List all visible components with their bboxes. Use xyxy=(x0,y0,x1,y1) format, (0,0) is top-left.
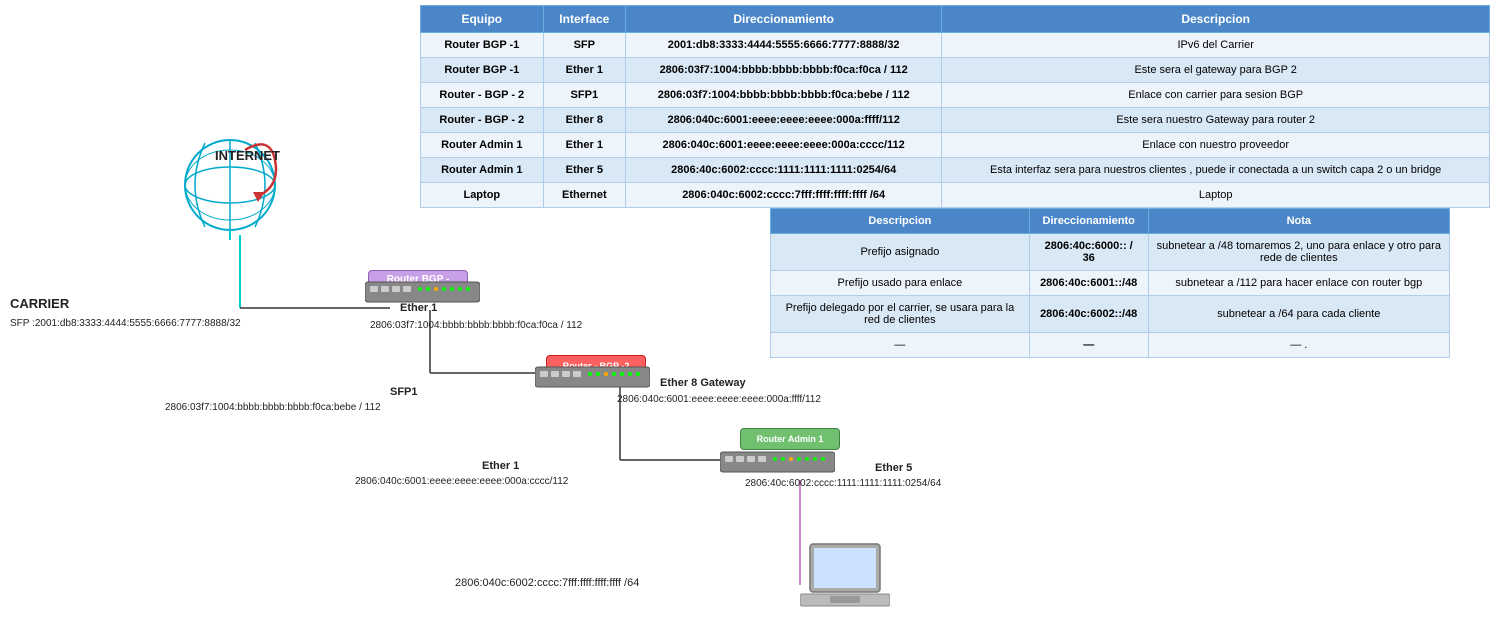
sub-cell-direccionamiento: 2806:40c:6001::/48 xyxy=(1029,271,1148,296)
col-header-equipo: Equipo xyxy=(421,6,544,33)
sub-cell-nota: — . xyxy=(1148,333,1449,358)
table-cell-direccionamiento: 2806:40c:6002:cccc:1111:1111:1111:0254/6… xyxy=(625,158,941,183)
sub-table-row: Prefijo delegado por el carrier, se usar… xyxy=(771,296,1450,333)
laptop-icon xyxy=(800,539,890,612)
sub-cell-descripcion: Prefijo asignado xyxy=(771,234,1030,271)
sub-cell-direccionamiento: — xyxy=(1029,333,1148,358)
sub-table: Descripcion Direccionamiento Nota Prefij… xyxy=(770,208,1450,358)
table-cell-equipo: Router BGP -1 xyxy=(421,58,544,83)
table-cell-interface: Ether 8 xyxy=(543,108,625,133)
ether1-label-admin1: Ether 1 xyxy=(482,458,519,475)
table-cell-descripcion: Laptop xyxy=(942,183,1490,208)
sub-table-section: Descripcion Direccionamiento Nota Prefij… xyxy=(770,208,1450,358)
table-row: Router - BGP - 2Ether 82806:040c:6001:ee… xyxy=(421,108,1490,133)
table-cell-equipo: Router - BGP - 2 xyxy=(421,83,544,108)
table-cell-direccionamiento: 2806:040c:6001:eeee:eeee:eeee:000a:cccc/… xyxy=(625,133,941,158)
table-row: Router - BGP - 2SFP12806:03f7:1004:bbbb:… xyxy=(421,83,1490,108)
sfp1-addr: 2806:03f7:1004:bbbb:bbbb:bbbb:f0ca:bebe … xyxy=(165,400,381,415)
ether1-label-bgp1: Ether 1 xyxy=(400,300,437,317)
sub-col-header-nota: Nota xyxy=(1148,209,1449,234)
table-cell-descripcion: Este sera nuestro Gateway para router 2 xyxy=(942,108,1490,133)
table-cell-interface: Ethernet xyxy=(543,183,625,208)
table-cell-direccionamiento: 2001:db8:3333:4444:5555:6666:7777:8888/3… xyxy=(625,33,941,58)
sub-cell-nota: subnetear a /48 tomaremos 2, uno para en… xyxy=(1148,234,1449,271)
router-admin1-label: Router Admin 1 xyxy=(740,428,840,450)
table-row: LaptopEthernet2806:040c:6002:cccc:7fff:f… xyxy=(421,183,1490,208)
sub-cell-descripcion: Prefijo delegado por el carrier, se usar… xyxy=(771,296,1030,333)
table-cell-direccionamiento: 2806:03f7:1004:bbbb:bbbb:bbbb:f0ca:bebe … xyxy=(625,83,941,108)
table-cell-interface: Ether 1 xyxy=(543,133,625,158)
table-cell-equipo: Router BGP -1 xyxy=(421,33,544,58)
router-bgp2-device xyxy=(535,363,650,391)
col-header-direccionamiento: Direccionamiento xyxy=(625,6,941,33)
table-row: Router Admin 1Ether 52806:40c:6002:cccc:… xyxy=(421,158,1490,183)
table-cell-descripcion: Esta interfaz sera para nuestros cliente… xyxy=(942,158,1490,183)
ether8-label: Ether 8 Gateway xyxy=(660,375,746,392)
table-cell-direccionamiento: 2806:040c:6002:cccc:7fff:ffff:ffff:ffff … xyxy=(625,183,941,208)
main-table: Equipo Interface Direccionamiento Descri… xyxy=(420,5,1490,208)
table-cell-descripcion: Enlace con nuestro proveedor xyxy=(942,133,1490,158)
sub-table-row: ——— . xyxy=(771,333,1450,358)
table-cell-interface: SFP1 xyxy=(543,83,625,108)
ether5-label: Ether 5 xyxy=(875,460,912,477)
ether1-addr-admin1: 2806:040c:6001:eeee:eeee:eeee:000a:cccc/… xyxy=(355,474,568,489)
table-cell-interface: Ether 5 xyxy=(543,158,625,183)
table-row: Router BGP -1Ether 12806:03f7:1004:bbbb:… xyxy=(421,58,1490,83)
ether1-addr-bgp1: 2806:03f7:1004:bbbb:bbbb:bbbb:f0ca:f0ca … xyxy=(370,318,582,333)
col-header-interface: Interface xyxy=(543,6,625,33)
sub-table-row: Prefijo usado para enlace2806:40c:6001::… xyxy=(771,271,1450,296)
sub-col-header-dir: Direccionamiento xyxy=(1029,209,1148,234)
router-admin1-device xyxy=(720,448,835,476)
table-cell-interface: SFP xyxy=(543,33,625,58)
sub-cell-direccionamiento: 2806:40c:6000:: / 36 xyxy=(1029,234,1148,271)
sfp1-label: SFP1 xyxy=(390,384,418,401)
ether8-addr: 2806:040c:6001:eeee:eeee:eeee:000a:ffff/… xyxy=(617,392,821,407)
table-cell-direccionamiento: 2806:040c:6001:eeee:eeee:eeee:000a:ffff/… xyxy=(625,108,941,133)
ether5-addr: 2806:40c:6002:cccc:1111:1111:1111:0254/6… xyxy=(745,476,941,491)
sub-cell-direccionamiento: 2806:40c:6002::/48 xyxy=(1029,296,1148,333)
internet-globe xyxy=(175,130,285,240)
table-cell-interface: Ether 1 xyxy=(543,58,625,83)
table-cell-equipo: Router - BGP - 2 xyxy=(421,108,544,133)
main-table-section: Equipo Interface Direccionamiento Descri… xyxy=(420,5,1490,208)
sub-cell-nota: subnetear a /64 para cada cliente xyxy=(1148,296,1449,333)
table-row: Router BGP -1SFP2001:db8:3333:4444:5555:… xyxy=(421,33,1490,58)
sub-cell-descripcion: — xyxy=(771,333,1030,358)
table-cell-equipo: Router Admin 1 xyxy=(421,158,544,183)
table-cell-descripcion: Este sera el gateway para BGP 2 xyxy=(942,58,1490,83)
laptop-addr: 2806:040c:6002:cccc:7fff:ffff:ffff:ffff … xyxy=(455,575,639,592)
table-cell-equipo: Laptop xyxy=(421,183,544,208)
table-cell-direccionamiento: 2806:03f7:1004:bbbb:bbbb:bbbb:f0ca:f0ca … xyxy=(625,58,941,83)
sub-cell-descripcion: Prefijo usado para enlace xyxy=(771,271,1030,296)
internet-label: INTERNET xyxy=(215,148,280,163)
sub-col-header-desc: Descripcion xyxy=(771,209,1030,234)
table-cell-descripcion: IPv6 del Carrier xyxy=(942,33,1490,58)
carrier-label: CARRIER SFP :2001:db8:3333:4444:5555:666… xyxy=(10,295,241,331)
table-row: Router Admin 1Ether 12806:040c:6001:eeee… xyxy=(421,133,1490,158)
sub-cell-nota: subnetear a /112 para hacer enlace con r… xyxy=(1148,271,1449,296)
table-cell-equipo: Router Admin 1 xyxy=(421,133,544,158)
sub-table-row: Prefijo asignado2806:40c:6000:: / 36subn… xyxy=(771,234,1450,271)
col-header-descripcion: Descripcion xyxy=(942,6,1490,33)
table-cell-descripcion: Enlace con carrier para sesion BGP xyxy=(942,83,1490,108)
